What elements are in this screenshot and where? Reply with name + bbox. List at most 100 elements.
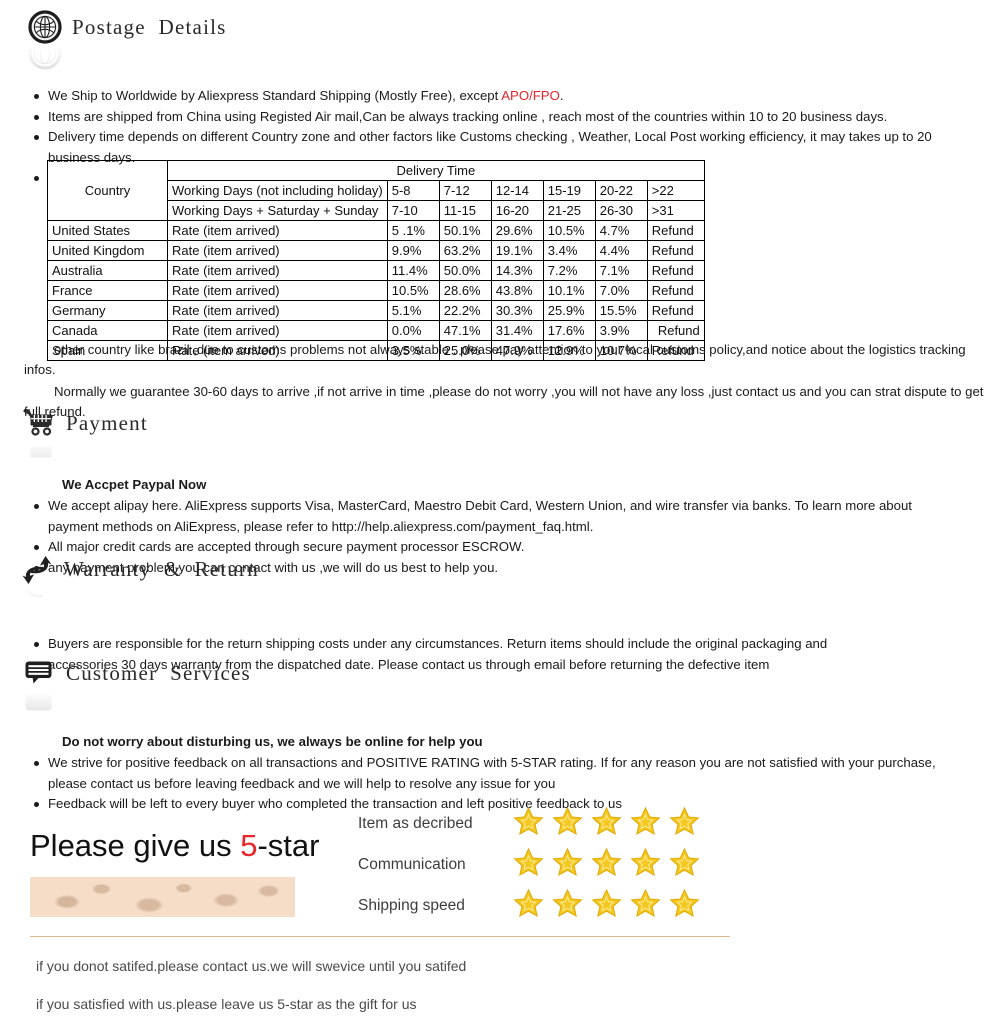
exchange-arrows-icon	[20, 552, 54, 598]
rating-label: Item as decribed	[358, 814, 473, 832]
day-range-cell: 21-25	[542, 200, 596, 221]
country-cell: Australia	[47, 260, 168, 281]
rate-cell: 50.0%	[438, 260, 492, 281]
payment-subheading: We Accpet Paypal Now	[62, 477, 207, 492]
delivery-time-caption-cell: Delivery Time	[167, 160, 705, 181]
please-give-us-headline: Please give us 5-star	[30, 829, 330, 863]
table-row: United States Rate (item arrived) 5 .1% …	[47, 220, 705, 241]
customer-services-title: Customer Services	[66, 660, 251, 685]
star-icon	[669, 888, 700, 923]
list-item: We accept alipay here. AliExpress suppor…	[34, 496, 948, 537]
cart-icon-reflection	[22, 436, 56, 466]
rating-label: Communication	[358, 855, 466, 873]
rate-cell: 10.1%	[542, 280, 596, 301]
day-range-cell: 12-14	[490, 180, 544, 201]
working-days-weekend-label-cell: Working Days + Saturday + Sunday	[167, 200, 388, 221]
refund-cell: Refund	[646, 320, 705, 341]
rate-cell: 14.3%	[490, 260, 544, 281]
rating-row: Communication	[358, 844, 700, 885]
day-range-cell: 5-8	[386, 180, 440, 201]
rate-label-cell: Rate (item arrived)	[167, 240, 388, 261]
rate-label-cell: Rate (item arrived)	[167, 280, 388, 301]
day-range-cell: 16-20	[490, 200, 544, 221]
rate-cell: 11.4%	[386, 260, 440, 281]
day-range-cell: 26-30	[594, 200, 648, 221]
rate-cell: 19.1%	[490, 240, 544, 261]
star-icon	[552, 847, 583, 882]
country-cell: United States	[47, 220, 168, 241]
star-icon	[591, 806, 622, 841]
customer-services-heading: Customer Services	[0, 656, 1000, 711]
rating-row: Shipping speed	[358, 885, 700, 926]
delivery-time-table-wrap: Country Delivery Time Working Days (not …	[0, 160, 705, 361]
table-row-caption: Country Delivery Time	[47, 160, 705, 221]
star-icon	[552, 806, 583, 841]
star-icon	[669, 806, 700, 841]
star-icon	[630, 847, 661, 882]
star-icon	[591, 888, 622, 923]
day-range-cell: 7-10	[386, 200, 440, 221]
globe-icon-reflection	[28, 36, 62, 70]
postage-bullet-2-text: Items are shipped from China using Regis…	[48, 108, 888, 124]
star-icon	[513, 888, 544, 923]
speech-bubble-icon	[22, 656, 56, 711]
headline-pre: Please give us	[30, 828, 241, 863]
table-row: Australia Rate (item arrived) 11.4% 50.0…	[47, 260, 705, 281]
cart-icon	[22, 406, 56, 458]
rate-label-cell: Rate (item arrived)	[167, 320, 388, 341]
star-icon	[552, 888, 583, 923]
apo-fpo-highlight: APO/FPO	[501, 88, 560, 103]
rate-cell: 50.1%	[438, 220, 492, 241]
five-star-banner: Please give us 5-star Item as decribed C…	[0, 795, 1000, 1014]
refund-cell: Refund	[646, 260, 705, 281]
rate-cell: 4.4%	[594, 240, 648, 261]
postage-details-heading: Postage Details	[0, 10, 1000, 70]
rate-cell: 30.3%	[490, 300, 544, 321]
refund-cell: Refund	[646, 220, 705, 241]
day-range-cell: 7-12	[438, 180, 492, 201]
table-row: Canada Rate (item arrived) 0.0% 47.1% 31…	[47, 320, 705, 341]
rate-cell: 0.0%	[386, 320, 440, 341]
ornamental-band	[30, 877, 295, 917]
customer-services-section: Customer Services Do not worry about dis…	[0, 656, 1000, 815]
rate-cell: 63.2%	[438, 240, 492, 261]
cs-bullet-1-text: We strive for positive feedback on all t…	[48, 755, 936, 791]
table-row: France Rate (item arrived) 10.5% 28.6% 4…	[47, 280, 705, 301]
star-icon	[513, 847, 544, 882]
warranty-return-heading: Warranty & Return	[0, 552, 1000, 598]
please-give-us-column: Please give us 5-star	[0, 795, 330, 917]
day-range-cell: >31	[646, 200, 705, 221]
rate-label-cell: Rate (item arrived)	[167, 300, 388, 321]
list-item: Items are shipped from China using Regis…	[34, 107, 984, 128]
star-rating-group	[513, 847, 700, 882]
rate-cell: 31.4%	[490, 320, 544, 341]
country-cell: Germany	[47, 300, 168, 321]
rating-row: Item as decribed	[358, 803, 700, 844]
country-cell: France	[47, 280, 168, 301]
rate-cell: 29.6%	[490, 220, 544, 241]
rate-cell: 10.5%	[542, 220, 596, 241]
rate-cell: 3.9%	[594, 320, 648, 341]
delivery-time-table: Country Delivery Time Working Days (not …	[47, 160, 705, 361]
day-range-cell: 20-22	[594, 180, 648, 201]
rate-cell: 15.5%	[594, 300, 648, 321]
rate-label-cell: Rate (item arrived)	[167, 220, 388, 241]
exchange-arrows-icon-reflection	[20, 580, 54, 612]
refund-cell: Refund	[646, 240, 705, 261]
banner-divider	[30, 936, 730, 937]
postage-details-title: Postage Details	[72, 14, 227, 39]
working-days-label-cell: Working Days (not including holiday)	[167, 180, 388, 201]
day-range-cell: 15-19	[542, 180, 596, 201]
postage-note-1: other country like brazil ,due to custom…	[0, 340, 1000, 380]
rate-cell: 28.6%	[438, 280, 492, 301]
refund-cell: Refund	[646, 300, 705, 321]
payment-title: Payment	[66, 410, 148, 435]
rate-cell: 9.9%	[386, 240, 440, 261]
rating-criteria-column: Item as decribed Communication Shipping …	[330, 795, 700, 926]
postage-bullet-1-pre: We Ship to Worldwide by Aliexpress Stand…	[48, 88, 502, 103]
star-rating-group	[513, 806, 700, 841]
rate-cell: 5.1%	[386, 300, 440, 321]
postage-bullet-1-post: .	[559, 88, 564, 103]
banner-footer-line-1: if you donot satifed.please contact us.w…	[36, 958, 467, 974]
rate-cell: 43.8%	[490, 280, 544, 301]
